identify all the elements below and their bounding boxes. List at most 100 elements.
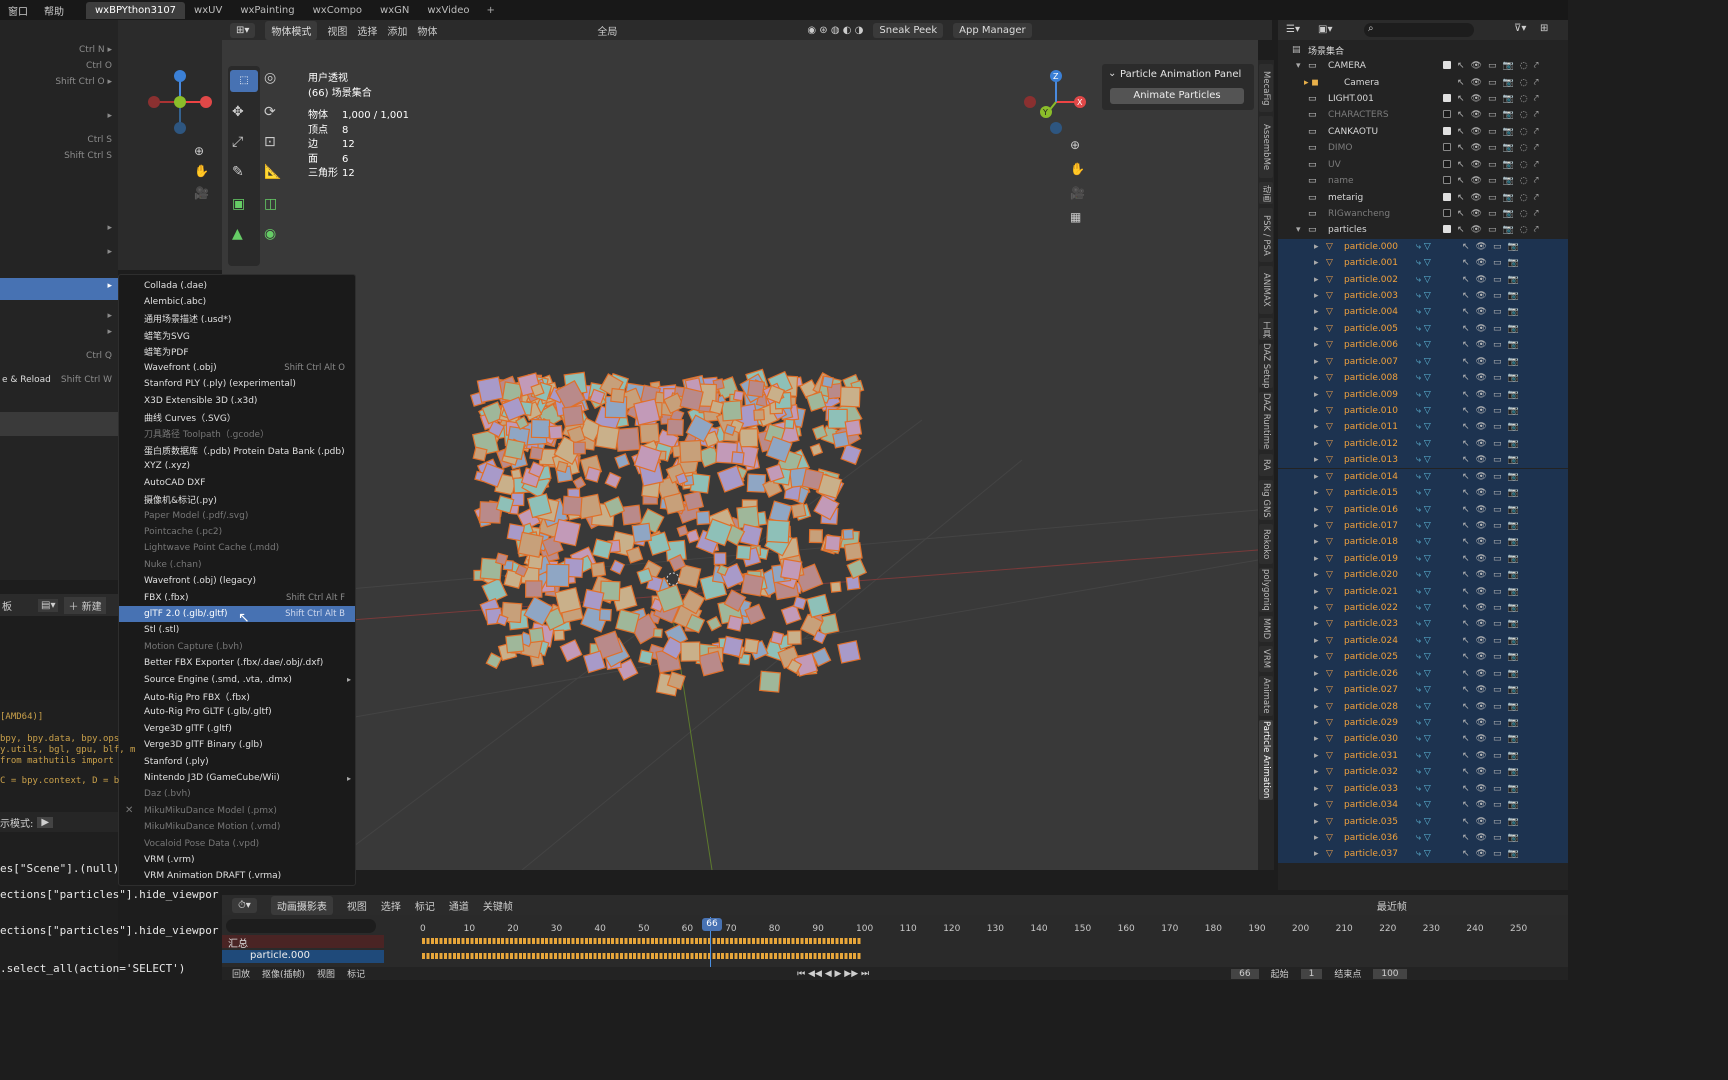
render-icon[interactable]: 📷 — [1508, 275, 1519, 285]
outliner-particle-row[interactable]: ▸ ▽ particle.003 ⤷ ▽ ↖ 👁 ▭ 📷 — [1278, 287, 1568, 305]
eye-icon[interactable]: 👁 — [1476, 537, 1487, 547]
viewport-icon[interactable]: ▭ — [1493, 734, 1502, 744]
row-visibility-icons[interactable]: ↖ 👁 ▭ 📷 ◌ ⤤ — [1443, 61, 1539, 71]
cursor-tool-icon[interactable]: ◎ — [264, 70, 276, 86]
holdout-icon[interactable]: ◌ — [1520, 160, 1528, 170]
select-icon[interactable]: ↖ — [1462, 652, 1470, 662]
row-visibility-icons[interactable]: ↖ 👁 ▭ 📷 ◌ ⤤ — [1443, 225, 1539, 235]
viewport-icon[interactable]: ▭ — [1488, 193, 1497, 203]
row-visibility-icons[interactable]: ↖ 👁 ▭ 📷 — [1462, 258, 1519, 268]
outliner-particle-row[interactable]: ▸ ▽ particle.017 ⤷ ▽ ↖ 👁 ▭ 📷 — [1278, 517, 1568, 535]
eye-icon[interactable]: 👁 — [1476, 833, 1487, 843]
current-frame-badge[interactable]: 66 — [702, 918, 722, 931]
holdout-icon[interactable]: ◌ — [1520, 143, 1528, 153]
render-icon[interactable]: 📷 — [1508, 406, 1519, 416]
viewport-icon[interactable]: ▭ — [1493, 800, 1502, 810]
render-icon[interactable]: 📷 — [1508, 258, 1519, 268]
eye-icon[interactable]: 👁 — [1471, 225, 1482, 235]
select-icon[interactable]: ↖ — [1457, 160, 1465, 170]
viewport-icon[interactable]: ▭ — [1493, 406, 1502, 416]
eye-icon[interactable]: 👁 — [1476, 800, 1487, 810]
expand-chevron-icon[interactable]: ▸ — [1314, 307, 1319, 317]
menu-window[interactable]: 窗口 — [0, 3, 36, 18]
expand-chevron-icon[interactable]: ▸ — [1314, 373, 1319, 383]
select-icon[interactable]: ↖ — [1462, 603, 1470, 613]
select-icon[interactable]: ↖ — [1462, 406, 1470, 416]
export-menu-item[interactable]: Motion Capture (.bvh) — [119, 639, 355, 655]
export-menu-item[interactable]: Stl (.stl) — [119, 622, 355, 638]
dopesheet-mode-dropdown[interactable]: 动画摄影表 — [270, 895, 333, 915]
play-icon[interactable]: ▶ — [37, 816, 54, 828]
viewport-icon[interactable]: ▭ — [1493, 357, 1502, 367]
row-visibility-icons[interactable]: ↖ 👁 ▭ 📷 ◌ ⤤ — [1443, 126, 1539, 137]
row-visibility-icons[interactable]: ↖ 👁 ▭ 📷 — [1462, 390, 1519, 400]
outliner-row[interactable]: ▭ RIGwancheng ↖ 👁 ▭ 📷 ◌ ⤤ — [1278, 206, 1568, 222]
export-menu-item[interactable]: MikuMikuDance Motion (.vmd) — [119, 819, 355, 835]
menu-keyframe[interactable]: 关键帧 — [483, 898, 513, 913]
expand-chevron-icon[interactable]: ▸ — [1314, 669, 1319, 679]
expand-chevron-icon[interactable]: ▸ — [1314, 603, 1319, 613]
render-icon[interactable]: 📷 — [1508, 488, 1519, 498]
rotate-tool-icon[interactable]: ⟳ — [264, 104, 276, 120]
select-icon[interactable]: ↖ — [1457, 61, 1465, 71]
outliner-particle-row[interactable]: ▸ ▽ particle.011 ⤷ ▽ ↖ 👁 ▭ 📷 — [1278, 419, 1568, 436]
outliner-particle-row[interactable]: ▸ ▽ particle.023 ⤷ ▽ ↖ 👁 ▭ 📷 — [1278, 616, 1568, 633]
file-menu-item[interactable]: Ctrl O — [0, 58, 118, 74]
3d-viewport[interactable]: ⬚ ✥ ⤢ ✎ ▣ ▲ ◎ ⟳ ⊡ 📐 ◫ ◉ 用户透视 (66) 场景集合 物… — [222, 40, 1258, 870]
zoom-icon[interactable]: ⊕ — [194, 144, 204, 158]
menu-add[interactable]: 添加 — [387, 23, 407, 38]
export-menu-item[interactable]: FBX (.fbx) Shift Ctrl Alt F — [119, 590, 355, 606]
indirect-icon[interactable]: ⤤ — [1534, 143, 1539, 153]
expand-chevron-icon[interactable]: ▸ — [1314, 422, 1319, 432]
exclude-checkbox[interactable] — [1443, 192, 1451, 201]
viewport-icon[interactable]: ▭ — [1493, 340, 1502, 350]
eye-icon[interactable]: 👁 — [1476, 291, 1487, 301]
export-menu-item[interactable]: 蜡笔为PDF — [119, 344, 355, 360]
select-icon[interactable]: ↖ — [1462, 357, 1470, 367]
measure-tool-icon[interactable]: 📐 — [264, 164, 281, 180]
file-menu-item[interactable]: Shift Ctrl O ▸ — [0, 74, 118, 90]
side-tab[interactable]: PSK / PSA — [1259, 208, 1273, 262]
row-visibility-icons[interactable]: ↖ 👁 ▭ 📷 — [1462, 767, 1519, 777]
export-menu-item[interactable]: 蛋白质数据库（.pdb) Protein Data Bank (.pdb) — [119, 442, 355, 458]
outliner-row[interactable]: ▭ CHARACTERS ↖ 👁 ▭ 📷 ◌ ⤤ — [1278, 107, 1568, 123]
workspace-tab[interactable]: wxPainting — [231, 2, 303, 19]
render-icon[interactable]: 📷 — [1508, 242, 1519, 252]
select-icon[interactable]: ↖ — [1462, 455, 1470, 465]
row-visibility-icons[interactable]: ↖ 👁 ▭ 📷 — [1462, 537, 1519, 547]
select-icon[interactable]: ↖ — [1462, 570, 1470, 580]
eye-icon[interactable]: 👁 — [1471, 110, 1482, 120]
ortho-grid-icon[interactable]: ▦ — [1070, 210, 1081, 224]
menu-marker[interactable]: 标记 — [347, 967, 365, 980]
export-menu-item[interactable]: Source Engine (.smd, .vta, .dmx) ▸ — [119, 672, 355, 688]
select-icon[interactable]: ↖ — [1457, 94, 1465, 104]
eye-icon[interactable]: 👁 — [1471, 209, 1482, 219]
outliner-particle-row[interactable]: ▸ ▽ particle.006 ⤷ ▽ ↖ 👁 ▭ 📷 — [1278, 337, 1568, 354]
export-menu-item[interactable]: glTF 2.0 (.glb/.gltf) Shift Ctrl Alt B — [119, 606, 355, 622]
outliner-particle-row[interactable]: ▸ ▽ particle.002 ⤷ ▽ ↖ 👁 ▭ 📷 — [1278, 271, 1568, 288]
row-visibility-icons[interactable]: ↖ 👁 ▭ 📷 — [1462, 291, 1519, 301]
python-console[interactable]: [AMD64)] bpy, bpy.data, bpy.ops y.utils,… — [0, 700, 135, 980]
row-visibility-icons[interactable]: ↖ 👁 ▭ 📷 ◌ ⤤ — [1443, 208, 1539, 219]
indirect-icon[interactable]: ⤤ — [1534, 193, 1539, 203]
object-channel[interactable]: particle.000 — [222, 950, 384, 963]
row-visibility-icons[interactable]: ↖ 👁 ▭ 📷 — [1462, 406, 1519, 416]
render-icon[interactable]: 📷 — [1508, 390, 1519, 400]
viewport-icon[interactable]: ▭ — [1493, 619, 1502, 629]
menu-help[interactable]: 帮助 — [36, 3, 72, 18]
filter-icon[interactable]: ⊽▾ — [1514, 23, 1526, 34]
side-tab[interactable]: 工具 — [1259, 318, 1273, 340]
select-icon[interactable]: ↖ — [1462, 340, 1470, 350]
eye-icon[interactable]: 👁 — [1476, 439, 1487, 449]
viewport-icon[interactable]: ▭ — [1493, 390, 1502, 400]
export-menu-item[interactable]: Stanford PLY (.ply) (experimental) — [119, 376, 355, 392]
select-icon[interactable]: ↖ — [1462, 291, 1470, 301]
expand-chevron-icon[interactable]: ▸ — [1314, 784, 1319, 794]
select-icon[interactable]: ↖ — [1462, 422, 1470, 432]
side-tab[interactable]: Rokoko — [1259, 524, 1273, 564]
new-collection-icon[interactable]: ⊞ — [1540, 23, 1548, 34]
viewport-icon[interactable]: ▭ — [1493, 751, 1502, 761]
outliner-particle-row[interactable]: ▸ ▽ particle.028 ⤷ ▽ ↖ 👁 ▭ 📷 — [1278, 698, 1568, 715]
row-visibility-icons[interactable]: ↖ 👁 ▭ 📷 — [1462, 587, 1519, 597]
row-visibility-icons[interactable]: ↖ 👁 ▭ 📷 — [1462, 505, 1519, 515]
